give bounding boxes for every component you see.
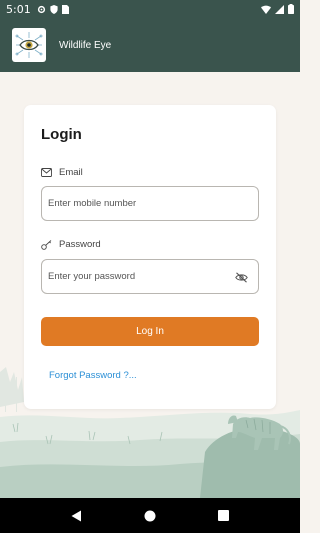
login-button[interactable]: Log In [41,317,259,346]
shield-icon [50,4,58,14]
back-button[interactable] [69,508,85,524]
recents-button[interactable] [215,508,231,524]
email-label: Email [41,167,83,178]
status-icons-right [261,4,294,14]
eye-logo-icon [15,32,43,58]
home-button[interactable] [142,508,158,524]
email-field[interactable] [41,186,259,221]
battery-icon [288,4,294,14]
forgot-password-link[interactable]: Forgot Password ?... [49,370,137,381]
status-time: 5:01 [6,2,31,16]
password-input[interactable] [48,271,228,282]
sim-card-icon [61,4,69,14]
signal-icon [275,4,284,14]
login-card: Login Email Password Log In Forgot Passw… [24,105,276,409]
recents-square-icon [217,510,229,521]
app-bar: Wildlife Eye [0,18,300,72]
status-bar: 5:01 [0,0,300,18]
home-circle-icon [144,510,156,521]
email-label-text: Email [59,167,83,178]
mail-icon [41,168,52,177]
back-triangle-icon [71,510,82,521]
password-label-text: Password [59,239,101,250]
app-title: Wildlife Eye [59,39,112,51]
navigation-bar [0,498,300,533]
settings-icon [37,5,45,13]
wifi-icon [261,5,271,14]
app-logo [12,28,46,62]
password-field[interactable] [41,259,259,294]
email-input[interactable] [48,198,228,209]
login-title: Login [41,126,82,143]
password-label: Password [41,239,101,250]
key-icon [41,239,52,250]
status-icons-left [37,4,69,14]
toggle-password-visibility-button[interactable] [234,270,248,284]
eye-off-icon [234,271,248,283]
